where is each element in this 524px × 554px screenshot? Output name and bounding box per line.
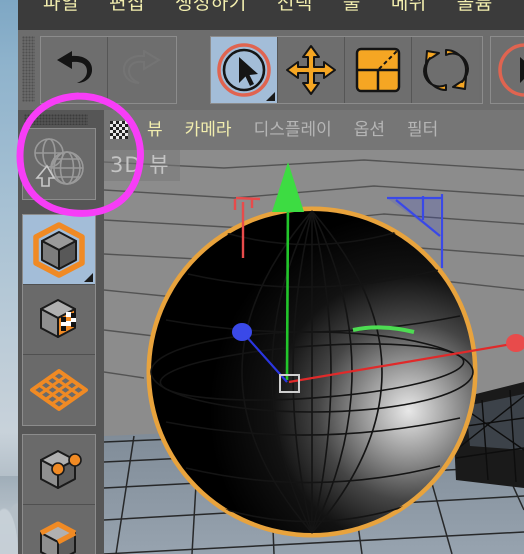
rotate-tool-icon bbox=[422, 49, 469, 91]
sidebar-group-modes bbox=[22, 214, 96, 426]
sidebar-item-model-mode[interactable] bbox=[23, 215, 95, 285]
menu-bar: 파일 편집 생성하기 선택 툴 메쉬 볼륨 bbox=[18, 0, 524, 30]
toolbar-transform-group bbox=[210, 36, 483, 104]
cube-icon bbox=[33, 221, 85, 278]
scale-tool-icon bbox=[355, 47, 401, 93]
vp-menu-options[interactable]: 옵션 bbox=[343, 120, 396, 140]
menu-create[interactable]: 생성하기 bbox=[160, 0, 262, 13]
mode-sidebar bbox=[18, 110, 104, 554]
select-tool-submenu-corner[interactable] bbox=[266, 92, 275, 101]
toolbar-history-group bbox=[40, 36, 177, 104]
menu-mesh[interactable]: 메쉬 bbox=[376, 0, 442, 13]
sidebar-group-editable bbox=[22, 128, 96, 200]
select-tool-icon bbox=[217, 43, 271, 97]
viewport-canvas[interactable]: 3D 뷰 bbox=[104, 150, 524, 554]
sidebar-item-polygon-mode[interactable] bbox=[23, 355, 95, 425]
viewport-panel: 뷰 카메라 디스플레이 옵션 필터 3D 뷰 bbox=[104, 110, 524, 554]
sidebar-drag-handle-top[interactable] bbox=[24, 114, 88, 125]
vp-menu-camera[interactable]: 카메라 bbox=[174, 120, 243, 140]
menu-volume[interactable]: 볼륨 bbox=[442, 0, 508, 13]
cube-points-icon bbox=[40, 449, 82, 489]
sidebar-item-make-editable[interactable] bbox=[23, 129, 95, 199]
viewport-drag-handle[interactable] bbox=[110, 121, 128, 139]
toolbar-drag-handle[interactable] bbox=[22, 36, 35, 102]
live-select-button[interactable] bbox=[491, 37, 524, 103]
axis-z-handle bbox=[232, 323, 252, 341]
menu-edit[interactable]: 편집 bbox=[94, 0, 160, 13]
sphere-wireframe-icon bbox=[34, 138, 84, 187]
redo-button bbox=[108, 37, 175, 103]
move-tool-icon bbox=[286, 45, 336, 95]
model-mode-submenu-corner[interactable] bbox=[84, 273, 93, 282]
wallpaper-mountains bbox=[0, 476, 18, 554]
rotate-tool-button[interactable] bbox=[412, 37, 479, 103]
undo-button[interactable] bbox=[41, 37, 108, 103]
sidebar-item-point-mode[interactable] bbox=[23, 435, 95, 505]
axis-y-line bbox=[285, 197, 290, 381]
main-toolbar bbox=[18, 30, 524, 110]
vp-menu-filter[interactable]: 필터 bbox=[396, 120, 449, 140]
menu-select[interactable]: 선택 bbox=[262, 0, 328, 13]
live-select-icon bbox=[497, 43, 524, 97]
grid-diamond-icon bbox=[30, 369, 88, 411]
redo-icon bbox=[122, 50, 161, 84]
viewport-menu-bar: 뷰 카메라 디스플레이 옵션 필터 bbox=[104, 110, 524, 150]
viewport-scene bbox=[104, 150, 524, 554]
toolbar-extra-group bbox=[490, 36, 524, 104]
viewport-label: 3D 뷰 bbox=[104, 150, 180, 181]
checker-cube-icon bbox=[40, 298, 76, 338]
vp-menu-view[interactable]: 뷰 bbox=[136, 120, 174, 140]
desktop-wallpaper bbox=[0, 0, 18, 554]
menu-file[interactable]: 파일 bbox=[28, 0, 94, 13]
vp-menu-display[interactable]: 디스플레이 bbox=[243, 120, 343, 140]
cube-edges-icon bbox=[39, 521, 77, 554]
sidebar-item-edge-mode[interactable] bbox=[23, 505, 95, 554]
application-window: 파일 편집 생성하기 선택 툴 메쉬 볼륨 뷰 카메라 디스플레이 옵션 필터 … bbox=[18, 0, 524, 554]
undo-icon bbox=[57, 51, 93, 83]
sidebar-group-components bbox=[22, 434, 96, 554]
sidebar-item-texture-mode[interactable] bbox=[23, 285, 95, 355]
menu-tools[interactable]: 툴 bbox=[328, 0, 376, 13]
move-tool-button[interactable] bbox=[278, 37, 345, 103]
select-tool-button[interactable] bbox=[211, 37, 278, 103]
selected-sphere bbox=[146, 206, 478, 538]
scale-tool-button[interactable] bbox=[345, 37, 412, 103]
